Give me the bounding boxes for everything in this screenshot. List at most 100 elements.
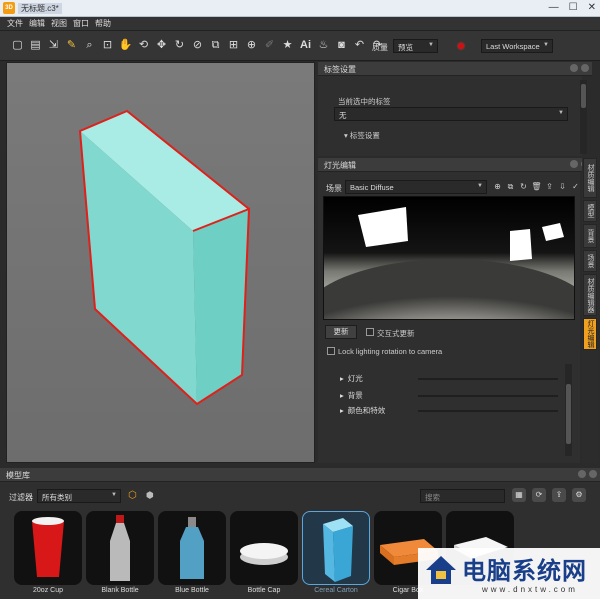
rotate-icon[interactable]: ⟲ <box>136 38 151 53</box>
quality-label: 质量 <box>372 43 388 52</box>
pan-hand-icon[interactable]: ✋ <box>118 38 133 53</box>
label-subsection-title: 标签设置 <box>349 131 380 140</box>
3d-viewport[interactable] <box>6 62 315 463</box>
zoom-region-icon[interactable]: ⊡ <box>100 38 115 53</box>
section-color-effects[interactable]: ▸ 颜色和特效 <box>340 405 558 416</box>
paint-icon[interactable]: ♨ <box>316 38 331 53</box>
undo-icon[interactable]: ↶ <box>352 38 367 53</box>
star-icon[interactable]: ★ <box>280 38 295 53</box>
model-tile-bottle-cap[interactable] <box>230 511 298 585</box>
tab-light-edit[interactable]: 灯光编辑 <box>583 318 597 350</box>
update-button[interactable]: 更新 <box>325 325 357 339</box>
cup-thumbnail <box>32 517 64 577</box>
filter-dropdown[interactable]: 所有类别 ▼ <box>37 489 121 503</box>
carton-thumbnail <box>323 518 353 582</box>
scene-dropdown[interactable]: Basic Diffuse ▼ <box>345 180 487 194</box>
label-select-dropdown[interactable]: 无 ▼ <box>334 107 568 121</box>
section-divider <box>418 410 558 412</box>
add-icon[interactable]: ⊕ <box>244 38 259 53</box>
section-lights[interactable]: ▸ 灯光 <box>340 373 558 384</box>
scrollbar-thumb[interactable] <box>581 84 586 108</box>
model-tile-blank-bottle[interactable] <box>86 511 154 585</box>
section-divider <box>418 378 558 380</box>
tab-material-editor[interactable]: 材质编辑器 <box>583 274 597 316</box>
3d-scene <box>78 109 251 406</box>
bottle-thumbnail <box>180 517 204 579</box>
menu-edit[interactable]: 编辑 <box>29 18 45 29</box>
scale-icon[interactable]: ⊘ <box>190 38 205 53</box>
label-panel-scrollbar[interactable] <box>580 80 587 154</box>
zoom-icon[interactable]: ⌕ <box>82 38 97 53</box>
menu-view[interactable]: 视图 <box>51 18 67 29</box>
export-icon[interactable]: ⇪ <box>544 181 555 192</box>
model-tile-blue-bottle[interactable] <box>158 511 226 585</box>
interactive-update-checkbox[interactable] <box>366 328 374 336</box>
tab-scene[interactable]: 场景 <box>583 250 597 272</box>
screenshot-icon[interactable]: ◙ <box>334 38 349 53</box>
house-logo-icon <box>426 556 456 584</box>
menu-help[interactable]: 帮助 <box>95 18 111 29</box>
menu-window[interactable]: 窗口 <box>73 18 89 29</box>
center-icon[interactable]: ⊞ <box>226 38 241 53</box>
workspace-value: Last Workspace <box>486 42 540 51</box>
label-subsection[interactable]: ▾ 标签设置 <box>344 130 380 141</box>
cap-thumbnail <box>240 543 288 565</box>
tab-background[interactable]: 背景 <box>583 224 597 248</box>
record-indicator-icon[interactable] <box>458 43 464 49</box>
scrollbar-thumb[interactable] <box>566 384 571 444</box>
chevron-down-icon: ▼ <box>428 42 434 48</box>
window-title: 无标题.c3* <box>18 3 62 14</box>
move-icon[interactable]: ✥ <box>154 38 169 53</box>
model-label: Blank Bottle <box>101 587 139 594</box>
hdr-preview[interactable] <box>323 196 575 320</box>
side-tab-strip: 材质编辑 模型 背景 场景 材质编辑器 灯光编辑 <box>582 158 598 463</box>
add-light-icon[interactable]: ⊕ <box>492 181 503 192</box>
rotate-object-icon[interactable]: ↻ <box>172 38 187 53</box>
library-search-input[interactable]: 搜索 <box>420 489 505 503</box>
model-tile-cereal-carton[interactable] <box>302 511 370 585</box>
quality-dropdown[interactable]: 预览 ▼ <box>393 39 438 53</box>
model-tile-20oz-cup[interactable] <box>14 511 82 585</box>
import-icon[interactable]: ⇩ <box>557 181 568 192</box>
section-title: 颜色和特效 <box>347 406 386 415</box>
tab-model[interactable]: 模型 <box>583 200 597 222</box>
view-export-icon[interactable]: ⇪ <box>552 488 566 502</box>
workspace-dropdown[interactable]: Last Workspace ▼ <box>481 39 553 53</box>
panel-float-icon[interactable] <box>570 64 578 72</box>
panel-close-icon[interactable] <box>589 470 597 478</box>
fit-view-icon[interactable]: ⧉ <box>208 38 223 53</box>
panel-close-icon[interactable] <box>581 64 589 72</box>
text-ai-icon[interactable]: Ai <box>298 38 313 53</box>
lock-rotation-checkbox[interactable] <box>327 347 335 355</box>
site-watermark: 电脑系统网 www.dnxtw.com <box>418 548 600 599</box>
expand-arrow-icon: ▸ <box>340 406 344 415</box>
light-panel-scrollbar[interactable] <box>565 364 572 456</box>
copy-icon[interactable]: ⧉ <box>505 181 516 192</box>
chevron-down-icon: ▼ <box>111 492 117 498</box>
tab-material-edit[interactable]: 材质编辑 <box>583 158 597 198</box>
select-icon[interactable]: ✎ <box>64 38 79 53</box>
cube-icon[interactable]: ⬡ <box>128 490 137 501</box>
chevron-down-icon: ▼ <box>477 183 483 189</box>
maximize-button[interactable]: ☐ <box>569 2 578 13</box>
panel-float-icon[interactable] <box>570 160 578 168</box>
view-settings-icon[interactable]: ⚙ <box>572 488 586 502</box>
section-title: 背景 <box>347 391 363 400</box>
close-button[interactable]: ✕ <box>588 2 596 13</box>
menu-file[interactable]: 文件 <box>7 18 23 29</box>
view-grid-icon[interactable]: ▦ <box>512 488 526 502</box>
minimize-button[interactable]: — <box>549 2 559 13</box>
edit-pen-icon[interactable]: ✐ <box>262 38 277 53</box>
refresh-icon[interactable]: ↻ <box>518 181 529 192</box>
import-icon[interactable]: ⇲ <box>46 38 61 53</box>
new-file-icon[interactable]: ▢ <box>10 38 25 53</box>
package-icon[interactable]: ⬢ <box>146 490 154 501</box>
panel-float-icon[interactable] <box>578 470 586 478</box>
section-background[interactable]: ▸ 背景 <box>340 390 558 401</box>
light-panel-title: 灯光编辑 <box>324 161 356 170</box>
view-refresh-icon[interactable]: ⟳ <box>532 488 546 502</box>
open-folder-icon[interactable]: ▤ <box>28 38 43 53</box>
check-icon[interactable]: ✓ <box>570 181 581 192</box>
delete-icon[interactable]: 🗑 <box>531 181 542 192</box>
expand-arrow-icon: ▸ <box>340 374 344 383</box>
